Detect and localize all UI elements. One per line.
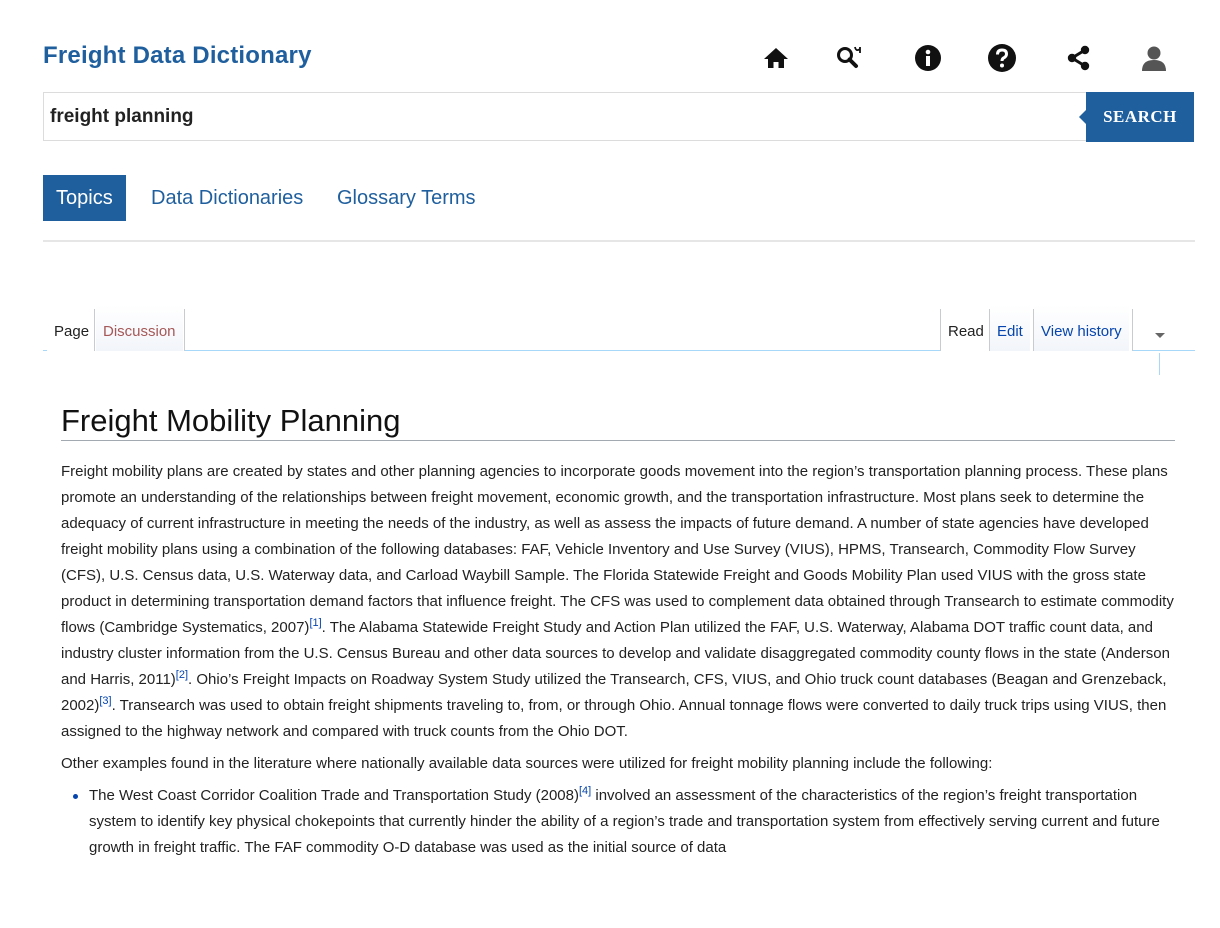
tab-glossary-terms[interactable]: Glossary Terms bbox=[337, 175, 476, 221]
wiki-tab-read[interactable]: Read bbox=[941, 305, 991, 351]
wiki-tab-separator bbox=[94, 309, 95, 351]
reference-1[interactable]: [1] bbox=[309, 617, 321, 629]
reference-link[interactable]: [4] bbox=[579, 785, 591, 797]
article-paragraph: Other examples found in the literature w… bbox=[61, 755, 993, 772]
wiki-tab-separator bbox=[184, 309, 185, 351]
article-body: Freight mobility plans are created by st… bbox=[61, 459, 1181, 861]
app-title[interactable]: Freight Data Dictionary bbox=[43, 42, 312, 70]
title-rule bbox=[61, 440, 1175, 441]
reference-3[interactable]: [3] bbox=[99, 695, 111, 707]
wiki-tab-edit[interactable]: Edit bbox=[990, 305, 1030, 351]
wiki-tab-baseline bbox=[185, 350, 943, 351]
wiki-tabbar: Page Discussion Read Edit View history bbox=[43, 305, 1195, 375]
tab-topics[interactable]: Topics bbox=[43, 175, 126, 221]
reference-link[interactable]: [3] bbox=[99, 695, 111, 707]
search-glossary-icon[interactable] bbox=[834, 42, 866, 74]
tabs-divider bbox=[43, 240, 1195, 242]
toolbar bbox=[760, 42, 1180, 78]
article-title: Freight Mobility Planning bbox=[61, 403, 401, 438]
wiki-tab-page[interactable]: Page bbox=[47, 305, 97, 351]
help-icon[interactable] bbox=[986, 42, 1018, 74]
reference-link[interactable]: [2] bbox=[176, 669, 188, 681]
search-button[interactable]: SEARCH bbox=[1079, 92, 1194, 142]
dropdown-divider bbox=[1159, 353, 1160, 375]
reference-4[interactable]: [4] bbox=[579, 785, 591, 797]
info-icon[interactable] bbox=[912, 42, 944, 74]
tab-data-dictionaries[interactable]: Data Dictionaries bbox=[151, 175, 303, 221]
home-icon[interactable] bbox=[760, 42, 792, 74]
article-paragraph: Freight mobility plans are created by st… bbox=[61, 459, 1181, 745]
wiki-tab-discussion[interactable]: Discussion bbox=[96, 305, 183, 351]
article-text: The West Coast Corridor Coalition Trade … bbox=[89, 787, 579, 804]
reference-link[interactable]: [1] bbox=[309, 617, 321, 629]
wiki-tab-view-history[interactable]: View history bbox=[1034, 305, 1129, 351]
reference-2[interactable]: [2] bbox=[176, 669, 188, 681]
search-box bbox=[43, 92, 1087, 141]
article-text: . Transearch was used to obtain freight … bbox=[61, 697, 1167, 740]
user-icon[interactable] bbox=[1138, 42, 1170, 74]
article-text: Freight mobility plans are created by st… bbox=[61, 463, 1174, 636]
search-input[interactable] bbox=[44, 93, 1087, 140]
wiki-tab-baseline bbox=[1133, 350, 1195, 351]
list-item: The West Coast Corridor Coalition Trade … bbox=[73, 783, 1181, 861]
share-icon[interactable] bbox=[1062, 42, 1094, 74]
examples-list: The West Coast Corridor Coalition Trade … bbox=[73, 783, 1181, 861]
wiki-tab-separator bbox=[1132, 309, 1133, 351]
more-actions-dropdown-icon[interactable] bbox=[1155, 333, 1165, 338]
